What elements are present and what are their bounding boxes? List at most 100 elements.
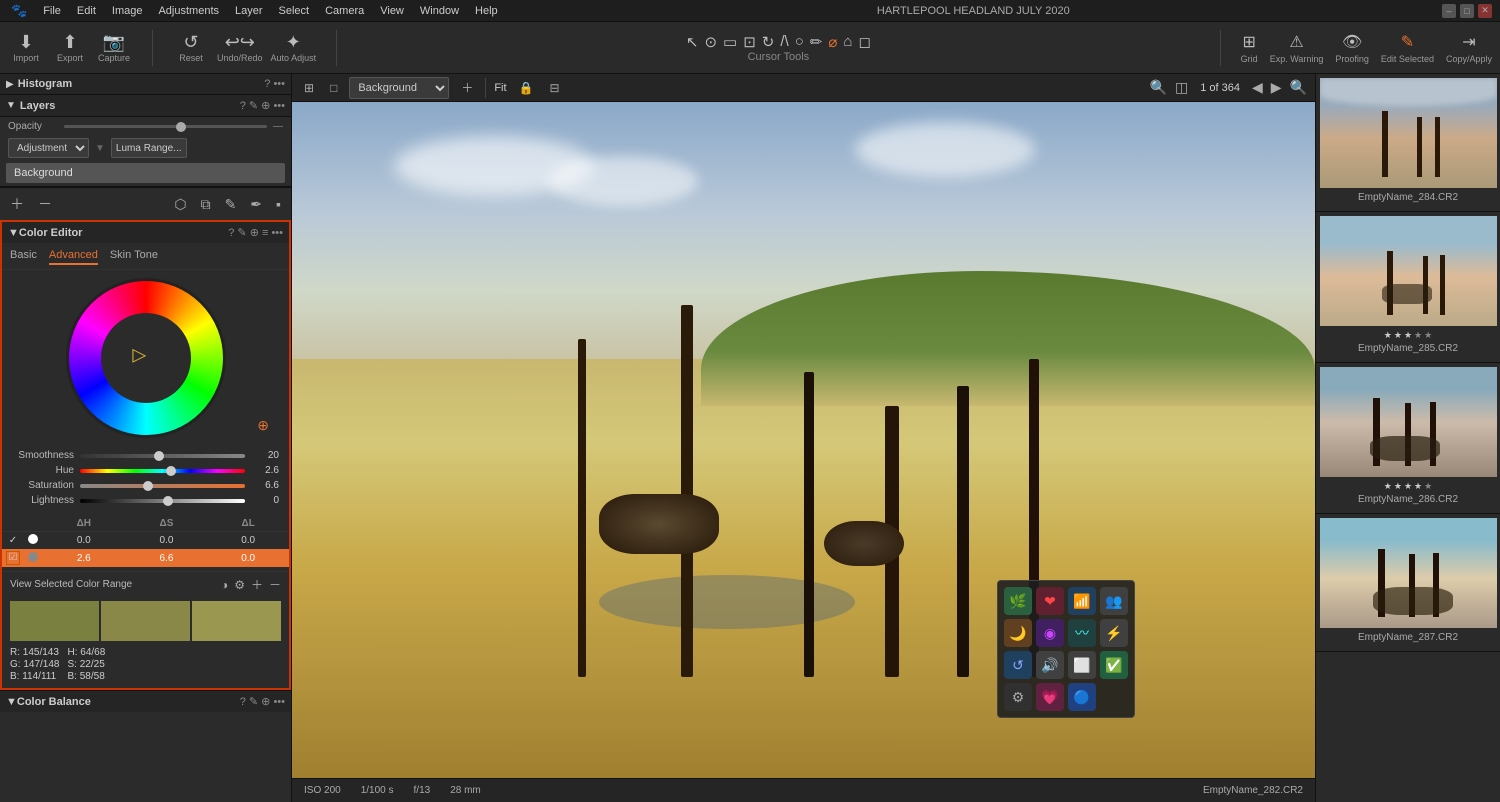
- film-item-2[interactable]: ★ ★ ★ ★ ★ EmptyName_286.CR2: [1316, 363, 1500, 514]
- fi-pink-button[interactable]: 💗: [1036, 683, 1064, 711]
- reset-button[interactable]: ↺ Reset: [173, 33, 209, 63]
- cursor-tool-repair[interactable]: ⌀: [828, 33, 837, 51]
- grid-view-button[interactable]: ⊞: [300, 79, 318, 97]
- menu-camera[interactable]: Camera: [318, 3, 371, 19]
- lock-icon[interactable]: 🔒: [515, 79, 538, 97]
- swatch-2[interactable]: [192, 601, 281, 641]
- smoothness-thumb[interactable]: [154, 451, 164, 461]
- maximize-button[interactable]: □: [1460, 4, 1474, 18]
- vscr-remove[interactable]: －: [269, 576, 281, 593]
- hue-slider[interactable]: [80, 469, 245, 473]
- grid-button[interactable]: ⊞ Grid: [1241, 32, 1258, 64]
- export-button[interactable]: ⬆ Export: [52, 33, 88, 63]
- cursor-tool-brush[interactable]: ✏: [810, 33, 823, 51]
- zoom-search-button[interactable]: 🔍: [1150, 79, 1167, 96]
- smoothness-slider[interactable]: [80, 454, 245, 458]
- minimize-button[interactable]: –: [1442, 4, 1456, 18]
- capture-button[interactable]: 📷 Capture: [96, 33, 132, 63]
- nav-prev[interactable]: ◀: [1252, 79, 1263, 96]
- fi-group-button[interactable]: 👥: [1100, 587, 1128, 615]
- cursor-tool-line[interactable]: /\: [780, 33, 788, 50]
- menu-edit[interactable]: Edit: [70, 3, 103, 19]
- cursor-tool-circle[interactable]: ○: [795, 33, 804, 50]
- eyedropper-button[interactable]: ⊕: [257, 417, 269, 434]
- undoredo-button[interactable]: ↩↪ Undo/Redo: [217, 33, 263, 63]
- vscr-add[interactable]: ＋: [251, 576, 263, 593]
- image-container[interactable]: 🌿 ❤ 📶 👥 🌙 ◉ 〰 ⚡ ↺ 🔊 ⬜ ✅ ⚙ 💗 🔵: [292, 102, 1315, 778]
- lightness-thumb[interactable]: [163, 496, 173, 506]
- delta-row-0[interactable]: ✓ 0.0 0.0 0.0: [2, 532, 289, 550]
- histogram-header[interactable]: ▶ Histogram ? •••: [0, 74, 291, 95]
- menu-window[interactable]: Window: [413, 3, 466, 19]
- brush-layer-button[interactable]: ✎: [221, 194, 241, 215]
- cursor-tool-clone[interactable]: ⌂: [843, 33, 852, 50]
- proofing-button[interactable]: 👁 Proofing: [1335, 32, 1369, 64]
- menu-image[interactable]: Image: [105, 3, 150, 19]
- tab-advanced[interactable]: Advanced: [49, 247, 98, 265]
- nav-search-right[interactable]: 🔍: [1290, 79, 1307, 96]
- fi-red-button[interactable]: ❤: [1036, 587, 1064, 615]
- add-layer-img-button[interactable]: ＋: [457, 77, 477, 98]
- remove-layer-button[interactable]: －: [34, 192, 56, 216]
- fi-purple-button[interactable]: ◉: [1036, 619, 1064, 647]
- mask-layer-button[interactable]: ⬡: [170, 194, 190, 215]
- pen-layer-button[interactable]: ✒: [246, 194, 266, 215]
- hue-thumb[interactable]: [166, 466, 176, 476]
- menu-file[interactable]: File: [36, 3, 68, 19]
- cursor-tool-rotate[interactable]: ↻: [762, 33, 775, 51]
- nav-next[interactable]: ▶: [1271, 79, 1282, 96]
- color-editor-header[interactable]: ▼ Color Editor ? ✎ ⊕ ≡ •••: [2, 222, 289, 243]
- layers-header[interactable]: ▼ Layers ? ✎ ⊕ •••: [0, 95, 291, 117]
- fi-check-button[interactable]: ✅: [1100, 651, 1128, 679]
- fi-blue-button[interactable]: 🔵: [1068, 683, 1096, 711]
- fi-orange-button[interactable]: 🌙: [1004, 619, 1032, 647]
- import-button[interactable]: ⬇ Import: [8, 33, 44, 63]
- fi-lightning-button[interactable]: ⚡: [1100, 619, 1128, 647]
- menu-help[interactable]: Help: [468, 3, 505, 19]
- delta-check-1[interactable]: ☑: [6, 551, 20, 565]
- fi-signal-button[interactable]: 〰: [1068, 619, 1096, 647]
- expand-icon[interactable]: ⊟: [546, 79, 564, 97]
- vscr-settings[interactable]: ⚙: [234, 578, 245, 592]
- cursor-tool-crop[interactable]: ⊡: [743, 33, 756, 51]
- fi-settings-button[interactable]: ⚙: [1004, 683, 1032, 711]
- cursor-tool-select[interactable]: ↖: [686, 33, 699, 51]
- fi-rotate-button[interactable]: ↺: [1004, 651, 1032, 679]
- lightness-slider[interactable]: [80, 499, 245, 503]
- cursor-tool-erase[interactable]: ◻: [858, 33, 870, 51]
- film-item-1[interactable]: ★ ★ ★ ★ ★ EmptyName_285.CR2: [1316, 212, 1500, 363]
- close-button[interactable]: ✕: [1478, 4, 1492, 18]
- autoadjust-button[interactable]: ✦ Auto Adjust: [271, 33, 317, 63]
- saturation-thumb[interactable]: [143, 481, 153, 491]
- layer-background[interactable]: Background: [6, 163, 285, 183]
- menu-layer[interactable]: Layer: [228, 3, 270, 19]
- menu-select[interactable]: Select: [272, 3, 317, 19]
- color-balance-header[interactable]: ▼ Color Balance ? ✎ ⊕ •••: [0, 690, 291, 712]
- tab-skin-tone[interactable]: Skin Tone: [110, 247, 158, 265]
- compare-button[interactable]: ◫: [1175, 79, 1188, 96]
- vscr-half-circle[interactable]: ◑: [221, 578, 228, 592]
- opacity-slider[interactable]: [64, 125, 267, 128]
- swatch-0[interactable]: [10, 601, 99, 641]
- swatch-1[interactable]: [101, 601, 190, 641]
- exp-warning-button[interactable]: ⚠ Exp. Warning: [1270, 32, 1324, 64]
- edit-selected-button[interactable]: ✎ Edit Selected: [1381, 32, 1434, 64]
- cursor-tool-lasso[interactable]: ⊙: [704, 33, 717, 51]
- fi-wifi-button[interactable]: 📶: [1068, 587, 1096, 615]
- single-view-button[interactable]: □: [326, 79, 341, 97]
- film-item-3[interactable]: EmptyName_287.CR2: [1316, 514, 1500, 652]
- tab-basic[interactable]: Basic: [10, 247, 37, 265]
- add-layer-button[interactable]: ＋: [6, 192, 28, 216]
- film-item-0[interactable]: EmptyName_284.CR2: [1316, 74, 1500, 212]
- color-wheel[interactable]: ▷: [66, 278, 226, 438]
- menu-view[interactable]: View: [373, 3, 411, 19]
- menu-adjustments[interactable]: Adjustments: [151, 3, 226, 19]
- opacity-thumb[interactable]: [176, 122, 186, 132]
- fi-green-button[interactable]: 🌿: [1004, 587, 1032, 615]
- fill-layer-button[interactable]: ▪: [272, 194, 285, 214]
- fi-gray-button[interactable]: ⬜: [1068, 651, 1096, 679]
- layer-select[interactable]: Background: [349, 77, 449, 99]
- fi-sound-button[interactable]: 🔊: [1036, 651, 1064, 679]
- saturation-slider[interactable]: [80, 484, 245, 488]
- cursor-tool-rect[interactable]: ▭: [723, 33, 737, 51]
